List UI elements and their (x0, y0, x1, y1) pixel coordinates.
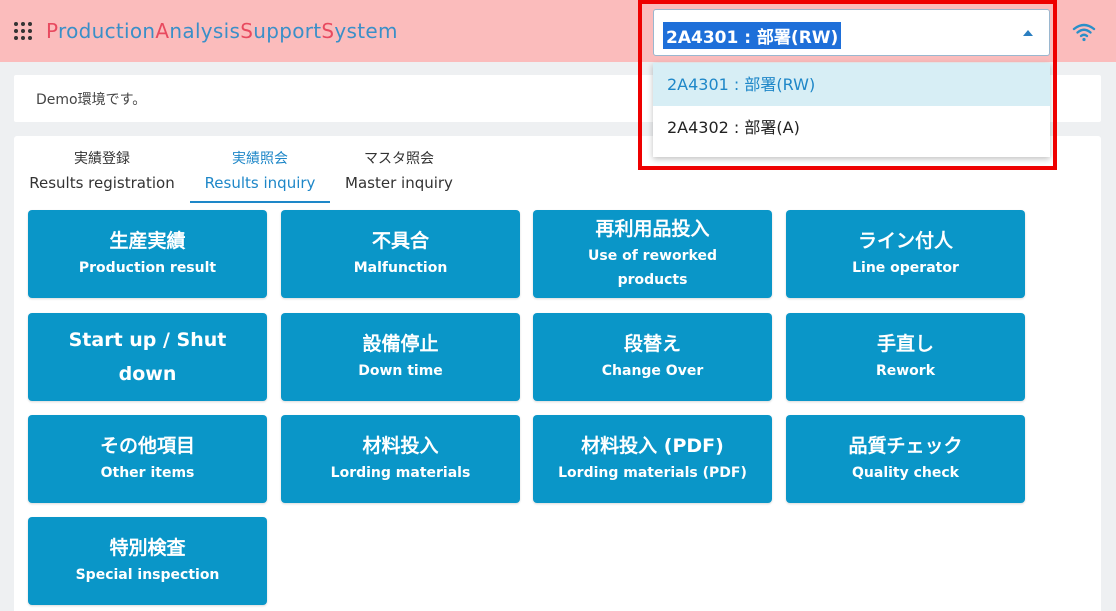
button-label-jp: 材料投入 (362, 435, 439, 457)
button-label-jp: 再利用品投入 (595, 218, 710, 240)
button-label-en: Lording materials (330, 465, 471, 481)
button-label-jp: 段替え (623, 333, 681, 355)
title-fragment: upport (253, 19, 322, 43)
button-label-en: Lording materials (PDF) (558, 465, 747, 481)
button-label-en: Quality check (852, 465, 959, 481)
button-label-jp: 手直し (876, 333, 934, 355)
button-label-en: Other items (100, 465, 195, 481)
title-fragment: S (240, 19, 254, 43)
main-card: 実績登録 Results registration 実績照会 Results i… (14, 136, 1101, 611)
title-fragment: A (155, 19, 170, 43)
title-fragment: ystem (334, 19, 398, 43)
button-label-jp: その他項目 (99, 435, 195, 457)
button-label-jp: 特別検査 (109, 537, 186, 559)
button-label-jp: 設備停止 (362, 333, 439, 355)
button-label-en: Special inspection (75, 567, 220, 583)
tab-label-en: Results registration (29, 174, 175, 192)
tab-label-jp: 実績登録 (74, 151, 130, 167)
button-label-jp: Start up / Shut down (68, 329, 227, 385)
tab-results-registration[interactable]: 実績登録 Results registration (28, 146, 176, 203)
other-items-button[interactable]: その他項目 Other items (28, 415, 267, 503)
special-inspection-button[interactable]: 特別検査 Special inspection (28, 517, 267, 605)
button-label-jp: 生産実績 (109, 230, 186, 252)
button-label-en: Rework (875, 363, 936, 379)
malfunction-button[interactable]: 不具合 Malfunction (281, 210, 520, 298)
tab-label-en: Results inquiry (204, 174, 316, 192)
lording-materials-button[interactable]: 材料投入 Lording materials (281, 415, 520, 503)
startup-shutdown-button[interactable]: Start up / Shut down (28, 313, 267, 401)
wifi-icon (1072, 23, 1096, 42)
tab-master-inquiry[interactable]: マスタ照会 Master inquiry (342, 146, 456, 203)
title-fragment: roduction (58, 19, 156, 43)
app-title: ProductionAnalysisSupportSystem (46, 19, 398, 43)
button-label-jp: 品質チェック (848, 435, 963, 457)
annotation-highlight (638, 0, 1057, 170)
line-operator-button[interactable]: ライン付人 Line operator (786, 210, 1025, 298)
button-label-jp: 材料投入 (PDF) (581, 435, 724, 457)
tab-label-en: Master inquiry (345, 174, 453, 192)
notice-text: Demo環境です。 (36, 92, 147, 108)
title-fragment: S (321, 19, 335, 43)
button-label-jp: 不具合 (371, 230, 429, 252)
button-label-en: Change Over (601, 363, 704, 379)
reworked-products-button[interactable]: 再利用品投入 Use of reworked products (533, 210, 772, 298)
button-label-jp: ライン付人 (857, 230, 953, 252)
button-label-en: Use of reworked products (588, 248, 717, 288)
button-label-en: Malfunction (353, 260, 448, 276)
rework-button[interactable]: 手直し Rework (786, 313, 1025, 401)
down-time-button[interactable]: 設備停止 Down time (281, 313, 520, 401)
button-label-en: Production result (78, 260, 217, 276)
change-over-button[interactable]: 段替え Change Over (533, 313, 772, 401)
quality-check-button[interactable]: 品質チェック Quality check (786, 415, 1025, 503)
production-result-button[interactable]: 生産実績 Production result (28, 210, 267, 298)
title-fragment: nalysis (169, 19, 241, 43)
grid-menu-icon[interactable] (14, 22, 34, 42)
button-label-en: Line operator (852, 260, 959, 276)
tab-results-inquiry[interactable]: 実績照会 Results inquiry (190, 146, 330, 203)
lording-materials-pdf-button[interactable]: 材料投入 (PDF) Lording materials (PDF) (533, 415, 772, 503)
tab-label-jp: 実績照会 (232, 151, 288, 167)
button-label-en: Down time (358, 363, 443, 379)
title-fragment: P (46, 19, 59, 43)
tab-label-jp: マスタ照会 (364, 151, 434, 167)
